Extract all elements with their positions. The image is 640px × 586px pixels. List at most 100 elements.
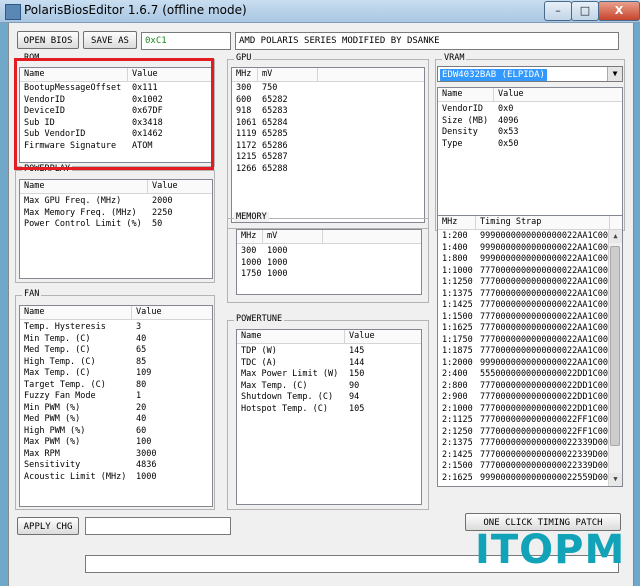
- timing-row[interactable]: 2:1125 7770000000000000022FF1C00: [438, 415, 609, 427]
- fan-header-value[interactable]: Value: [132, 306, 212, 319]
- apply-changes-button[interactable]: APPLY CHG: [17, 517, 79, 535]
- vram-row[interactable]: Density 0x53: [438, 127, 622, 139]
- vram-row[interactable]: VendorID 0x0: [438, 104, 622, 116]
- scroll-up-icon[interactable]: ▲: [609, 230, 622, 243]
- gpu-row[interactable]: 1215 65287: [232, 152, 424, 164]
- powertune-row[interactable]: Max Power Limit (W) 150: [237, 369, 421, 381]
- maximize-button[interactable]: □: [571, 1, 599, 21]
- timing-row[interactable]: 2:1000 7770000000000000022DD1C00: [438, 404, 609, 416]
- fan-row[interactable]: Acoustic Limit (MHz) 1000: [20, 472, 212, 484]
- bios-name-field[interactable]: AMD POLARIS SERIES MODIFIED BY DSANKE: [235, 32, 619, 50]
- fan-row[interactable]: Min Temp. (C) 40: [20, 334, 212, 346]
- fan-row[interactable]: Med PWM (%) 40: [20, 414, 212, 426]
- gpu-row[interactable]: 1172 65286: [232, 141, 424, 153]
- timing-row[interactable]: 1:1875 7770000000000000022AA1C00: [438, 346, 609, 358]
- fan-header-name[interactable]: Name: [20, 306, 132, 319]
- checksum-field[interactable]: 0xC1: [141, 32, 231, 50]
- timing-row[interactable]: 1:1375 7770000000000000022AA1C00: [438, 289, 609, 301]
- timing-header-mhz[interactable]: MHz: [438, 216, 476, 229]
- fan-row[interactable]: Med Temp. (C) 65: [20, 345, 212, 357]
- powerplay-row-value: 2000: [152, 196, 173, 206]
- powerplay-row[interactable]: Max GPU Freq. (MHz) 2000: [20, 196, 212, 208]
- scroll-down-icon[interactable]: ▼: [609, 473, 622, 486]
- gpu-list[interactable]: MHz mV 300 750 600 65282 918 65283 1061 65284 11…: [231, 67, 425, 223]
- powertune-row-label: Hotspot Temp. (C): [241, 403, 328, 414]
- vram-header-name[interactable]: Name: [438, 88, 494, 101]
- powerplay-row[interactable]: Max Memory Freq. (MHz) 2250: [20, 208, 212, 220]
- timing-row[interactable]: 1:1625 7770000000000000022AA1C00: [438, 323, 609, 335]
- gpu-row-label: 1119: [236, 129, 257, 139]
- timing-header-strap[interactable]: Timing Strap: [476, 216, 610, 229]
- gpu-header-mhz[interactable]: MHz: [232, 68, 258, 81]
- powertune-header-value[interactable]: Value: [345, 330, 421, 343]
- powertune-row[interactable]: TDP (W) 145: [237, 346, 421, 358]
- scroll-thumb[interactable]: [610, 246, 620, 446]
- fan-list-header: Name Value: [20, 306, 212, 320]
- close-button[interactable]: X: [598, 1, 640, 21]
- fan-row[interactable]: Temp. Hysteresis 3: [20, 322, 212, 334]
- save-as-button[interactable]: SAVE AS: [83, 31, 137, 49]
- fan-row[interactable]: Max PWM (%) 100: [20, 437, 212, 449]
- powertune-row[interactable]: TDC (A) 144: [237, 358, 421, 370]
- fan-row[interactable]: Min PWM (%) 20: [20, 403, 212, 415]
- timing-row[interactable]: 1:1425 7770000000000000022AA1C00: [438, 300, 609, 312]
- timing-row[interactable]: 2:1625 9990000000000000022559D00: [438, 473, 609, 485]
- memory-list[interactable]: MHz mV 300 1000 1000 1000 1750 1000: [236, 229, 422, 295]
- minimize-button[interactable]: –: [544, 1, 572, 21]
- timing-row[interactable]: 1:1750 7770000000000000022AA1C00: [438, 335, 609, 347]
- vram-list[interactable]: Name Value VendorID 0x0 Size (MB) 4096 Densi…: [437, 87, 623, 227]
- window-title: PolarisBiosEditor 1.6.7 (offline mode): [24, 3, 247, 17]
- powerplay-row[interactable]: Power Control Limit (%) 50: [20, 219, 212, 231]
- gpu-row[interactable]: 300 750: [232, 83, 424, 95]
- gpu-row[interactable]: 1061 65284: [232, 118, 424, 130]
- timing-row[interactable]: 2:1500 7770000000000000022339D00: [438, 461, 609, 473]
- timing-row[interactable]: 1:1250 7770000000000000022AA1C00: [438, 277, 609, 289]
- powertune-list[interactable]: Name Value TDP (W) 145 TDC (A) 144 Max Power…: [236, 329, 422, 505]
- timing-row[interactable]: 1:400 9990000000000000022AA1C00: [438, 243, 609, 255]
- chevron-down-icon[interactable]: ▼: [607, 67, 622, 81]
- timing-scrollbar[interactable]: ▲ ▼: [608, 230, 622, 486]
- fan-row[interactable]: Fuzzy Fan Mode 1: [20, 391, 212, 403]
- timing-row[interactable]: 2:800 7770000000000000022DD1C00: [438, 381, 609, 393]
- vram-row[interactable]: Size (MB) 4096: [438, 116, 622, 128]
- timing-row[interactable]: 1:1500 7770000000000000022AA1C00: [438, 312, 609, 324]
- powertune-row[interactable]: Hotspot Temp. (C) 105: [237, 404, 421, 416]
- fan-row[interactable]: Max RPM 3000: [20, 449, 212, 461]
- powerplay-header-value[interactable]: Value: [148, 180, 212, 193]
- powerplay-list[interactable]: Name Value Max GPU Freq. (MHz) 2000 Max Me…: [19, 179, 213, 279]
- gpu-header-mv[interactable]: mV: [258, 68, 318, 81]
- powerplay-header-name[interactable]: Name: [20, 180, 148, 193]
- fan-row[interactable]: Max Temp. (C) 109: [20, 368, 212, 380]
- gpu-row[interactable]: 600 65282: [232, 95, 424, 107]
- memory-header-mhz[interactable]: MHz: [237, 230, 263, 243]
- powertune-row[interactable]: Max Temp. (C) 90: [237, 381, 421, 393]
- vram-header-value[interactable]: Value: [494, 88, 622, 101]
- powertune-row[interactable]: Shutdown Temp. (C) 94: [237, 392, 421, 404]
- timing-list[interactable]: MHz Timing Strap 1:200 999000000000000002…: [437, 215, 623, 487]
- vram-row[interactable]: Type 0x50: [438, 139, 622, 151]
- timing-row[interactable]: 2:400 5550000000000000022DD1C00: [438, 369, 609, 381]
- fan-row[interactable]: Target Temp. (C) 80: [20, 380, 212, 392]
- memory-row[interactable]: 1000 1000: [237, 258, 421, 270]
- timing-row[interactable]: 1:800 9990000000000000022AA1C00: [438, 254, 609, 266]
- memory-header-mv[interactable]: mV: [263, 230, 323, 243]
- timing-row[interactable]: 2:1425 7770000000000000022339D00: [438, 450, 609, 462]
- timing-row[interactable]: 2:1375 7770000000000000022339D00: [438, 438, 609, 450]
- fan-list[interactable]: Name Value Temp. Hysteresis 3 Min Temp. (C…: [19, 305, 213, 507]
- fan-row[interactable]: Sensitivity 4836: [20, 460, 212, 472]
- open-bios-button[interactable]: OPEN BIOS: [17, 31, 79, 49]
- timing-row[interactable]: 2:900 7770000000000000022DD1C00: [438, 392, 609, 404]
- timing-row[interactable]: 1:2000 9990000000000000022AA1C00: [438, 358, 609, 370]
- timing-row[interactable]: 2:1250 7770000000000000022FF1C00: [438, 427, 609, 439]
- timing-row[interactable]: 1:200 9990000000000000022AA1C00: [438, 231, 609, 243]
- fan-row[interactable]: High PWM (%) 60: [20, 426, 212, 438]
- powertune-header-name[interactable]: Name: [237, 330, 345, 343]
- gpu-row[interactable]: 918 65283: [232, 106, 424, 118]
- timing-row[interactable]: 1:1000 7770000000000000022AA1C00: [438, 266, 609, 278]
- gpu-row[interactable]: 1266 65288: [232, 164, 424, 176]
- fan-row[interactable]: High Temp. (C) 85: [20, 357, 212, 369]
- gpu-row[interactable]: 1119 65285: [232, 129, 424, 141]
- vram-select[interactable]: EDW4032BAB (ELPIDA) ▼: [437, 66, 623, 82]
- memory-row[interactable]: 300 1000: [237, 246, 421, 258]
- memory-row[interactable]: 1750 1000: [237, 269, 421, 281]
